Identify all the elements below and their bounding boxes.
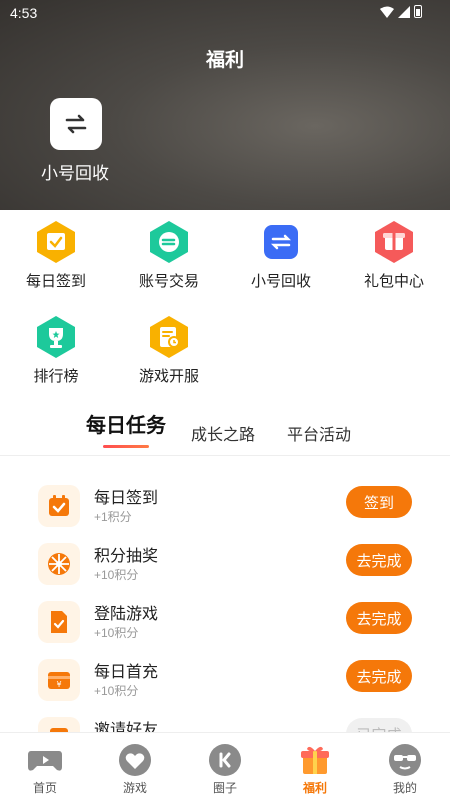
grid-label: 每日签到 [25,273,86,290]
signal-icon [398,5,410,18]
tab-daily-tasks[interactable]: 每日任务 [86,409,166,448]
task-title: 每日首充 [94,664,159,681]
go-complete-button[interactable]: 去完成 [346,660,412,692]
task-item: 每日签到 +1积分 签到 [38,482,418,532]
nav-label: 福利 [302,781,327,795]
grid-label: 小号回收 [250,273,311,290]
server-clock-icon [147,315,191,359]
recycle-shortcut-button[interactable] [50,98,102,150]
svg-text:¥: ¥ [56,680,61,689]
trade-arrows-icon [147,220,191,264]
grid-label: 游戏开服 [138,368,199,385]
wifi-icon [380,6,394,18]
nav-item-mine[interactable]: 我的 [360,741,450,796]
task-item: 登陆游戏 +10积分 去完成 [38,598,418,648]
grid-label: 账号交易 [138,273,199,290]
nav-label: 圈子 [212,781,237,795]
divider [0,455,450,456]
grid-item-server-open[interactable]: 游戏开服 [119,315,219,386]
circle-chat-icon [206,741,244,779]
yen-card-icon: ¥ [38,659,80,701]
nav-label: 游戏 [122,781,147,795]
grid-label: 礼包中心 [363,273,424,290]
calendar-check-icon [34,220,78,264]
nav-label: 我的 [392,781,417,795]
nav-label: 首页 [32,781,57,795]
gift-box-icon [372,220,416,264]
task-title: 登陆游戏 [94,606,159,623]
status-time: 4:53 [10,5,38,21]
tab-platform-activity[interactable]: 平台活动 [287,421,351,445]
grid-item-gift-center[interactable]: 礼包中心 [344,220,444,291]
trophy-icon [34,315,78,359]
go-complete-button[interactable]: 去完成 [346,544,412,576]
status-icons [380,5,422,18]
task-points: +1积分 [94,510,132,524]
status-bar: 4:53 [0,0,450,24]
task-points: +10积分 [94,684,139,698]
grid-label: 排行榜 [33,368,79,385]
recycle-label[interactable]: 小号回收 [41,159,109,184]
header-banner: 4:53 福利 小号回收 [0,0,450,210]
task-points: +10积分 [94,626,139,640]
checkin-button[interactable]: 签到 [346,486,412,518]
nav-item-games[interactable]: 游戏 [90,741,180,796]
recycle-arrows-icon [65,114,87,134]
task-points: +10积分 [94,568,139,582]
wheel-icon [38,543,80,585]
heart-game-icon [116,741,154,779]
go-complete-button[interactable]: 去完成 [346,602,412,634]
grid-item-daily-checkin[interactable]: 每日签到 [6,220,106,291]
gamepad-icon [26,741,64,779]
battery-icon [414,5,422,18]
gift-icon [296,741,334,779]
nav-item-home[interactable]: 首页 [0,741,90,796]
grid-item-leaderboard[interactable]: 排行榜 [6,315,106,386]
tab-label: 平台活动 [287,427,352,444]
calendar-check-icon [38,485,80,527]
task-item: ¥ 每日首充 +10积分 去完成 [38,656,418,706]
tab-label: 成长之路 [191,427,256,444]
bottom-nav: 首页 游戏 圈子 福利 我的 [0,732,450,800]
grid-item-recycle[interactable]: 小号回收 [231,220,331,291]
game-doc-icon [38,601,80,643]
sunglasses-avatar-icon [386,741,424,779]
task-item: 积分抽奖 +10积分 去完成 [38,540,418,590]
tab-growth-path[interactable]: 成长之路 [191,421,255,445]
grid-item-account-trade[interactable]: 账号交易 [119,220,219,291]
active-tab-underline [103,445,149,448]
task-title: 积分抽奖 [94,548,159,565]
task-title: 每日签到 [94,490,159,507]
nav-item-welfare[interactable]: 福利 [270,741,360,796]
task-tabs: 每日任务 成长之路 平台活动 [0,412,450,452]
tab-label: 每日任务 [86,415,166,437]
nav-item-circle[interactable]: 圈子 [180,741,270,796]
page-title: 福利 [205,50,244,71]
recycle-arrows-icon [259,220,303,264]
